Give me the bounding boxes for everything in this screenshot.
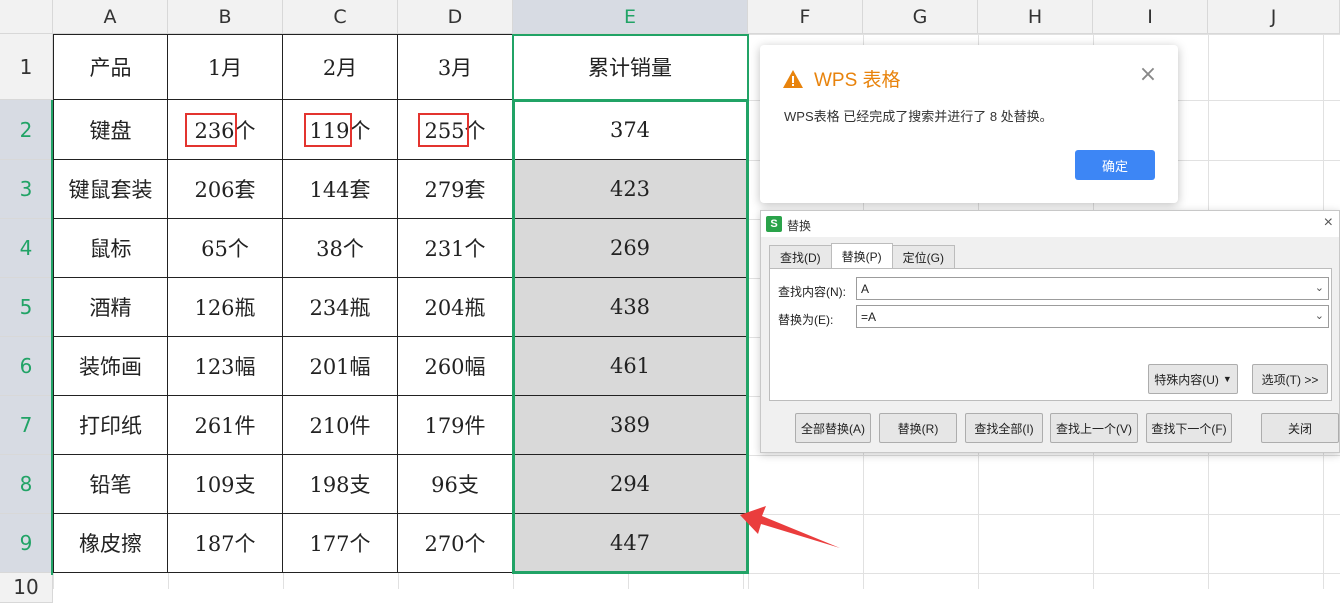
cell-c6[interactable]: 201幅	[283, 337, 398, 396]
cell-a5[interactable]: 酒精	[53, 278, 168, 337]
replace-dialog-tabs: 查找(D) 替换(P) 定位(G)	[769, 243, 955, 269]
replace-input[interactable]: =A ⌄	[856, 305, 1329, 328]
cell-e7[interactable]: 389	[513, 396, 748, 455]
cell-d4[interactable]: 231个	[398, 219, 513, 278]
cell-b1[interactable]: 1月	[168, 34, 283, 100]
select-all-corner[interactable]	[0, 0, 53, 34]
message-title-text: WPS 表格	[814, 70, 901, 91]
options-button[interactable]: 选项(T) >>	[1252, 364, 1328, 394]
column-header-i[interactable]: I	[1093, 0, 1208, 34]
cell-d6[interactable]: 260幅	[398, 337, 513, 396]
cell-e5[interactable]: 438	[513, 278, 748, 337]
warning-icon	[783, 69, 803, 88]
row-header-10[interactable]: 10	[0, 573, 53, 603]
cell-a7[interactable]: 打印纸	[53, 396, 168, 455]
find-previous-button[interactable]: 查找上一个(V)	[1050, 413, 1138, 443]
cell-c3[interactable]: 144套	[283, 160, 398, 219]
column-header-g[interactable]: G	[863, 0, 978, 34]
cell-b7[interactable]: 261件	[168, 396, 283, 455]
column-header-h[interactable]: H	[978, 0, 1093, 34]
cell-a8[interactable]: 铅笔	[53, 455, 168, 514]
cell-c7[interactable]: 210件	[283, 396, 398, 455]
highlight-box-c2	[304, 113, 352, 147]
row-header-1[interactable]: 1	[0, 34, 53, 100]
cell-e1[interactable]: 累计销量	[513, 34, 748, 100]
cell-b6[interactable]: 123幅	[168, 337, 283, 396]
column-header-j[interactable]: J	[1208, 0, 1340, 34]
replace-dialog: S 替换 × 查找(D) 替换(P) 定位(G) 查找内容(N): A ⌄ 替换…	[760, 210, 1340, 453]
replace-all-button[interactable]: 全部替换(A)	[795, 413, 871, 443]
message-title: WPS 表格	[782, 65, 901, 92]
cell-a1[interactable]: 产品	[53, 34, 168, 100]
ok-button[interactable]: 确定	[1075, 150, 1155, 180]
cell-e8[interactable]: 294	[513, 455, 748, 514]
cell-e9[interactable]: 447	[513, 514, 748, 573]
cell-d7[interactable]: 179件	[398, 396, 513, 455]
annotation-arrow-icon	[740, 506, 840, 548]
cell-c4[interactable]: 38个	[283, 219, 398, 278]
cell-a6[interactable]: 装饰画	[53, 337, 168, 396]
cell-e3[interactable]: 423	[513, 160, 748, 219]
column-header-a[interactable]: A	[53, 0, 168, 34]
replace-dialog-title: 替换	[787, 219, 812, 233]
cell-c9[interactable]: 177个	[283, 514, 398, 573]
cell-a3[interactable]: 键鼠套装	[53, 160, 168, 219]
tab-goto[interactable]: 定位(G)	[891, 245, 955, 268]
cell-d9[interactable]: 270个	[398, 514, 513, 573]
caret-down-icon: ▼	[1222, 374, 1232, 384]
cell-b3[interactable]: 206套	[168, 160, 283, 219]
close-icon[interactable]: ×	[1324, 214, 1333, 232]
highlight-box-d2	[418, 113, 469, 147]
chevron-down-icon[interactable]: ⌄	[1315, 309, 1324, 322]
highlight-box-b2	[185, 113, 237, 147]
cell-d5[interactable]: 204瓶	[398, 278, 513, 337]
replace-label: 替换为(E):	[778, 313, 834, 327]
find-next-button[interactable]: 查找下一个(F)	[1146, 413, 1232, 443]
cell-c1[interactable]: 2月	[283, 34, 398, 100]
replace-button[interactable]: 替换(R)	[879, 413, 957, 443]
replace-dialog-titlebar[interactable]: S 替换 ×	[761, 211, 1339, 237]
find-all-button[interactable]: 查找全部(I)	[965, 413, 1043, 443]
find-input-value: A	[861, 281, 870, 296]
replace-panel: 查找内容(N): A ⌄ 替换为(E): =A ⌄ 特殊内容(U) ▼ 选项(T…	[769, 268, 1332, 401]
column-header-f[interactable]: F	[748, 0, 863, 34]
cell-a2[interactable]: 键盘	[53, 100, 168, 160]
chevron-down-icon[interactable]: ⌄	[1315, 281, 1324, 294]
close-icon[interactable]: ×	[1138, 64, 1158, 86]
cell-a4[interactable]: 鼠标	[53, 219, 168, 278]
cell-b9[interactable]: 187个	[168, 514, 283, 573]
wps-message-dialog: WPS 表格 × WPS表格 已经完成了搜索并进行了 8 处替换。 确定	[760, 45, 1178, 203]
cell-b5[interactable]: 126瓶	[168, 278, 283, 337]
cell-e6[interactable]: 461	[513, 337, 748, 396]
column-header-c[interactable]: C	[283, 0, 398, 34]
column-header-b[interactable]: B	[168, 0, 283, 34]
cell-d3[interactable]: 279套	[398, 160, 513, 219]
cell-c5[interactable]: 234瓶	[283, 278, 398, 337]
row-selection-indicator	[0, 100, 53, 575]
cell-a9[interactable]: 橡皮擦	[53, 514, 168, 573]
special-content-label: 特殊内容(U)	[1154, 372, 1219, 387]
column-header-e[interactable]: E	[513, 0, 748, 34]
cell-d1[interactable]: 3月	[398, 34, 513, 100]
cell-c8[interactable]: 198支	[283, 455, 398, 514]
find-input[interactable]: A ⌄	[856, 277, 1329, 300]
message-text: WPS表格 已经完成了搜索并进行了 8 处替换。	[784, 109, 1053, 124]
special-content-button[interactable]: 特殊内容(U) ▼	[1148, 364, 1238, 394]
replace-input-value: =A	[861, 309, 877, 324]
column-header-d[interactable]: D	[398, 0, 513, 34]
row10-empty	[53, 573, 748, 589]
cell-b4[interactable]: 65个	[168, 219, 283, 278]
tab-find[interactable]: 查找(D)	[769, 245, 832, 268]
close-button[interactable]: 关闭	[1261, 413, 1339, 443]
cell-e2[interactable]: 374	[513, 100, 748, 160]
cell-e4[interactable]: 269	[513, 219, 748, 278]
cell-d8[interactable]: 96支	[398, 455, 513, 514]
find-label: 查找内容(N):	[778, 285, 846, 299]
wps-app-icon: S	[766, 216, 782, 232]
cell-b8[interactable]: 109支	[168, 455, 283, 514]
tab-replace[interactable]: 替换(P)	[830, 243, 893, 268]
